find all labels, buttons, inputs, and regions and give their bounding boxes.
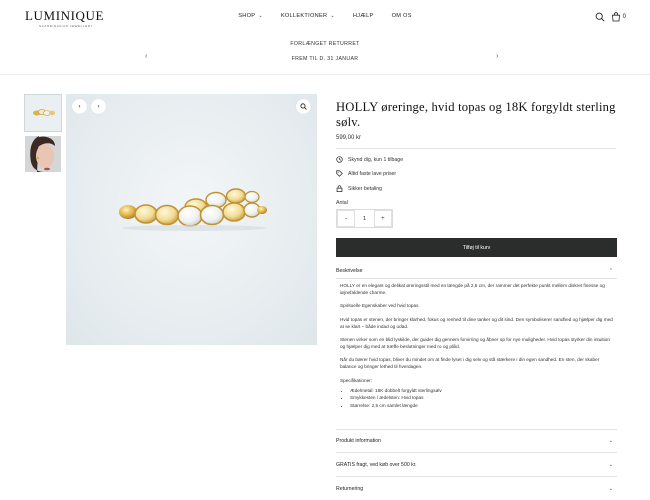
quantity-input[interactable]: 1 bbox=[355, 210, 373, 227]
nav-item-shop[interactable]: SHOP ⌄ bbox=[238, 13, 263, 19]
image-next-button[interactable]: › bbox=[91, 99, 106, 114]
feature-secure: Sikker betaling bbox=[336, 185, 382, 192]
chevron-down-icon: ⌄ bbox=[608, 486, 613, 492]
accordion-description-header[interactable]: Beskrivelse ⌃ bbox=[336, 268, 617, 274]
feature-label: Sikker betaling bbox=[348, 185, 383, 192]
accordion-title: Beskrivelse bbox=[336, 268, 363, 274]
accordion-shipping-header[interactable]: GRATIS fragt, ved køb over 500 kr. ⌄ bbox=[336, 462, 617, 468]
chevron-down-icon: ⌄ bbox=[608, 438, 613, 444]
description-paragraph: HOLLY er en elegant og delikat øreringss… bbox=[340, 283, 605, 295]
zoom-icon bbox=[300, 103, 307, 110]
main-nav: SHOP ⌄ KOLLEKTIONER ⌄ HJÆLP OM OS bbox=[0, 13, 650, 19]
nav-item-label: SHOP bbox=[238, 13, 256, 19]
accordion-divider bbox=[336, 278, 617, 279]
feature-prices: Altid faste lave priser bbox=[336, 170, 396, 177]
tag-icon bbox=[336, 170, 343, 177]
nav-item-label: KOLLEKTIONER bbox=[280, 13, 328, 19]
clock-icon bbox=[336, 156, 343, 163]
image-prev-button[interactable]: ‹ bbox=[72, 99, 87, 114]
chevron-left-icon: ‹ bbox=[78, 103, 81, 110]
specifications-list: Ædelmetal: 18K dobbelt forgyldt sterling… bbox=[350, 388, 616, 411]
product-info: HOLLY øreringe, hvid topas og 18K forgyl… bbox=[336, 100, 616, 141]
feature-label: Altid faste lave priser bbox=[348, 170, 397, 177]
accordion-divider bbox=[336, 452, 617, 453]
chevron-down-icon: ⌄ bbox=[258, 13, 263, 19]
product-price: 599,00 kr bbox=[336, 135, 362, 141]
thumbnail-model[interactable] bbox=[25, 136, 61, 172]
chevron-down-icon: ⌄ bbox=[330, 13, 335, 19]
header-divider bbox=[0, 74, 650, 75]
description-paragraph: Hvid topas er stenen, der bringer klarhe… bbox=[340, 316, 613, 329]
accordion-returns-header[interactable]: Returnering ⌄ bbox=[336, 486, 617, 492]
description-subheading: Spirituelle Egenskaber ved hvid topas bbox=[340, 303, 419, 309]
chevron-down-icon: ⌄ bbox=[608, 462, 613, 468]
quantity-decrease-button[interactable]: - bbox=[337, 210, 356, 227]
nav-item-om-os[interactable]: OM OS bbox=[392, 13, 412, 19]
zoom-button[interactable] bbox=[296, 99, 311, 114]
header-actions: 0 bbox=[595, 12, 626, 22]
cart-icon[interactable] bbox=[611, 12, 621, 22]
accordion-title: Produkt information bbox=[336, 438, 381, 444]
nav-item-hjaelp[interactable]: HJÆLP bbox=[353, 13, 374, 19]
accordion-divider bbox=[336, 429, 617, 430]
chevron-up-icon: ⌃ bbox=[608, 268, 613, 274]
quantity-label: Antal bbox=[336, 200, 348, 206]
announcement-bar: FORLÆNGET RETURRET FREM TIL D. 31 JANUAR… bbox=[0, 37, 650, 67]
chevron-right-icon: › bbox=[97, 103, 100, 110]
lock-icon bbox=[336, 185, 343, 192]
specifications-heading: Specifikationer: bbox=[340, 377, 373, 383]
cart-count: 0 bbox=[622, 14, 626, 20]
feature-label: Skynd dig, kun 1 tilbage bbox=[348, 156, 404, 163]
list-item: Ædelmetal: 18K dobbelt forgyldt sterling… bbox=[350, 388, 616, 395]
announcement-subtext: FREM TIL D. 31 JANUAR bbox=[291, 56, 359, 62]
feature-stock: Skynd dig, kun 1 tilbage bbox=[336, 156, 403, 163]
search-icon[interactable] bbox=[595, 12, 605, 22]
accordion-title: GRATIS fragt, ved køb over 500 kr. bbox=[336, 462, 417, 468]
description-paragraph: Stenen virker som en blid lyskilde, der … bbox=[340, 337, 610, 349]
nav-item-label: OM OS bbox=[391, 13, 412, 19]
description-paragraph: Når du bærer hvid topas, bliver du minde… bbox=[340, 357, 600, 370]
announcement-prev-button[interactable]: ‹ bbox=[145, 53, 147, 60]
thumbnail-earrings[interactable] bbox=[24, 94, 62, 132]
announcement-text: FORLÆNGET RETURRET bbox=[290, 41, 360, 47]
product-description: HOLLY er en elegant og delikat øreringss… bbox=[340, 283, 616, 411]
earrings-image bbox=[119, 188, 267, 231]
list-item: Smykkesten / ædelsten: Hvid topas bbox=[350, 395, 616, 402]
add-to-cart-button[interactable]: Tilføj til kurv bbox=[336, 238, 617, 257]
price-divider bbox=[336, 148, 616, 149]
site-header: LUMINIQUE SCANDINAVIAN JEWELLERY SHOP ⌄ … bbox=[0, 0, 650, 34]
quantity-stepper: - 1 + bbox=[336, 209, 393, 228]
list-item: Størrelse: 2,5 cm samlet længde bbox=[350, 403, 616, 410]
product-title: HOLLY øreringe, hvid topas og 18K forgyl… bbox=[336, 100, 616, 129]
announcement-next-button[interactable]: › bbox=[496, 53, 498, 60]
accordion-divider bbox=[336, 476, 617, 477]
accordion-title: Returnering bbox=[336, 486, 364, 492]
nav-item-kollektioner[interactable]: KOLLEKTIONER ⌄ bbox=[281, 13, 335, 19]
logo-subtitle: SCANDINAVIAN JEWELLERY bbox=[39, 24, 94, 28]
nav-item-label: HJÆLP bbox=[352, 13, 374, 19]
accordion-product-info-header[interactable]: Produkt information ⌄ bbox=[336, 438, 617, 444]
product-main-image[interactable]: ‹ › bbox=[66, 94, 317, 345]
quantity-increase-button[interactable]: + bbox=[373, 210, 392, 227]
